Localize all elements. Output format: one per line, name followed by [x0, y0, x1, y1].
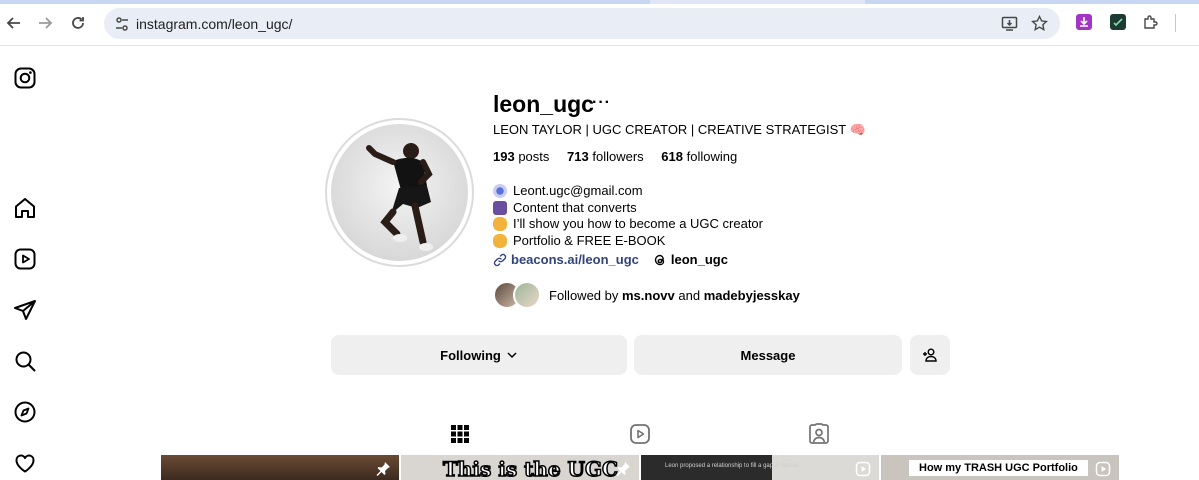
- tagged-tab-icon[interactable]: [808, 423, 830, 445]
- messages-icon[interactable]: [13, 298, 37, 322]
- profile-full-name: LEON TAYLOR | UGC CREATOR | CREATIVE STR…: [493, 122, 866, 137]
- followers-stat[interactable]: 713 followers: [567, 149, 644, 164]
- post-thumbnail[interactable]: How my TRASH UGC Portfolio: [881, 455, 1119, 480]
- post-thumbnail[interactable]: Leon proposed a relationship to fill a g…: [641, 455, 879, 480]
- profile-stats: 193 posts 713 followers 618 following: [493, 149, 751, 164]
- arrow-right-icon: [39, 17, 53, 29]
- pinned-icon: [376, 462, 390, 476]
- threads-link[interactable]: leon_ugc: [653, 252, 728, 267]
- explore-compass-icon[interactable]: [13, 400, 37, 424]
- address-bar[interactable]: instagram.com/leon_ugc/: [104, 8, 1060, 39]
- extensions-puzzle-icon[interactable]: [1142, 14, 1159, 31]
- search-icon[interactable]: [13, 349, 37, 373]
- post-thumbnail[interactable]: [161, 455, 399, 480]
- posts-grid: This is the UGC Leon proposed a relation…: [161, 455, 1119, 480]
- add-user-icon: [923, 348, 937, 362]
- forward-button[interactable]: [35, 13, 55, 33]
- toolbar-divider: [1175, 14, 1176, 32]
- posts-grid-tab-icon[interactable]: [449, 423, 471, 445]
- home-icon[interactable]: [13, 196, 37, 220]
- reload-icon: [72, 17, 84, 29]
- link-icon: [493, 253, 507, 266]
- bio-line: Content that converts: [493, 200, 763, 217]
- more-options-button[interactable]: ···: [592, 94, 611, 112]
- bio-line: Portfolio & FREE E-BOOK: [493, 233, 763, 250]
- reels-tab-icon[interactable]: [629, 423, 651, 445]
- chevron-down-icon: [507, 352, 517, 359]
- avatar-person-figure: [366, 143, 433, 251]
- followed-by-text: Followed by ms.novv and madebyjesskay: [549, 287, 800, 303]
- download-extension-icon[interactable]: [1076, 14, 1092, 30]
- film-emoji-icon: [493, 200, 507, 215]
- following-button[interactable]: Following: [331, 335, 627, 375]
- handshake-emoji-icon: [493, 217, 507, 232]
- followed-by[interactable]: Followed by ms.novv and madebyjesskay: [493, 281, 800, 309]
- threads-icon: [654, 254, 665, 265]
- profile-bio: Leont.ugc@gmail.com Content that convert…: [493, 183, 763, 249]
- bookmark-star-icon[interactable]: [1031, 15, 1048, 32]
- arrow-left-icon: [6, 17, 20, 29]
- bio-line: I’ll show you how to become a UGC creato…: [493, 216, 763, 233]
- instagram-logo-icon[interactable]: [13, 66, 37, 90]
- follower-avatar: [513, 281, 541, 309]
- pointing-down-emoji-icon: [493, 234, 507, 249]
- url-text[interactable]: instagram.com/leon_ugc/: [136, 16, 292, 32]
- profile-username: leon_ugc: [493, 91, 594, 117]
- back-button[interactable]: [4, 13, 24, 33]
- profile-links: beacons.ai/leon_ugc leon_ugc: [493, 252, 728, 267]
- notifications-heart-icon[interactable]: [13, 451, 37, 475]
- pinned-icon: [616, 462, 630, 476]
- reel-icon: [1095, 461, 1111, 477]
- email-emoji-icon: [493, 184, 507, 199]
- browser-toolbar: instagram.com/leon_ugc/: [0, 0, 1199, 46]
- tab-strip-edge: [0, 0, 1199, 4]
- message-button[interactable]: Message: [634, 335, 902, 375]
- extension-icon[interactable]: [1110, 14, 1126, 30]
- following-stat[interactable]: 618 following: [661, 149, 737, 164]
- install-app-icon[interactable]: [1001, 15, 1018, 32]
- reload-button[interactable]: [68, 13, 88, 33]
- bio-line: Leont.ugc@gmail.com: [493, 183, 763, 200]
- avatar[interactable]: [331, 124, 468, 261]
- reel-icon: [855, 461, 871, 477]
- posts-stat[interactable]: 193 posts: [493, 149, 549, 164]
- post-thumbnail[interactable]: This is the UGC: [401, 455, 639, 480]
- suggested-accounts-button[interactable]: [910, 335, 950, 375]
- profile-external-link[interactable]: beacons.ai/leon_ugc: [493, 252, 639, 267]
- site-settings-icon[interactable]: [114, 16, 130, 32]
- reels-icon[interactable]: [13, 247, 37, 271]
